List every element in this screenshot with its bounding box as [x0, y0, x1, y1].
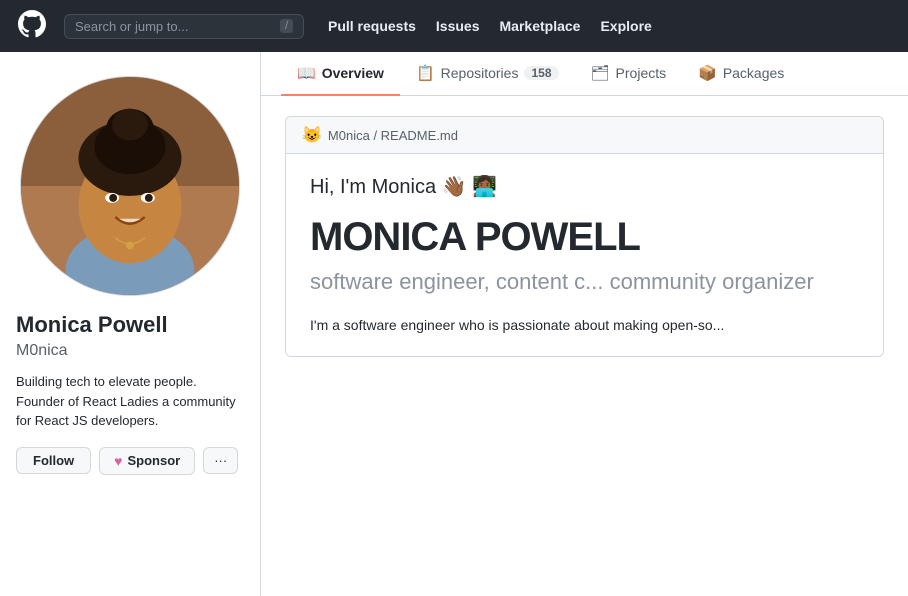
more-button[interactable]: ··· — [203, 447, 238, 474]
tab-repositories-label: Repositories — [441, 65, 519, 81]
readme-repo-path: M0nica / README.md — [328, 128, 458, 143]
tab-packages[interactable]: 📦 Packages — [682, 52, 800, 96]
nav-issues[interactable]: Issues — [436, 18, 480, 34]
search-box[interactable]: Search or jump to... / — [64, 14, 304, 39]
readme-body: Hi, I'm Monica 👋🏾 👩🏾‍💻 MONICA POWELL sof… — [286, 154, 883, 356]
profile-bio: Building tech to elevate people. Founder… — [16, 372, 244, 431]
cat-icon: 😺 — [302, 125, 322, 145]
readme-header: 😺 M0nica / README.md — [286, 117, 883, 154]
readme-greeting: Hi, I'm Monica 👋🏾 👩🏾‍💻 — [310, 174, 859, 199]
content-area: 📖 Overview 📋 Repositories 158 🗂 Projects… — [260, 52, 908, 596]
repositories-count: 158 — [524, 66, 558, 80]
heart-icon: ♥ — [114, 453, 122, 469]
packages-icon: 📦 — [698, 64, 717, 82]
tab-overview[interactable]: 📖 Overview — [281, 52, 400, 96]
tabs-bar: 📖 Overview 📋 Repositories 158 🗂 Projects… — [261, 52, 908, 96]
tab-overview-label: Overview — [322, 65, 384, 81]
sidebar: Monica Powell M0nica Building tech to el… — [0, 52, 260, 596]
follow-button[interactable]: Follow — [16, 447, 91, 474]
nav-links: Pull requests Issues Marketplace Explore — [328, 18, 652, 34]
nav-pull-requests[interactable]: Pull requests — [328, 18, 416, 34]
main-container: Monica Powell M0nica Building tech to el… — [0, 52, 908, 596]
readme-card: 😺 M0nica / README.md Hi, I'm Monica 👋🏾 👩… — [285, 116, 884, 357]
tab-projects-label: Projects — [616, 65, 667, 81]
overview-icon: 📖 — [297, 64, 316, 82]
readme-intro: I'm a software engineer who is passionat… — [310, 314, 859, 336]
readme-tagline: software engineer, content c... communit… — [310, 267, 859, 298]
slash-key: / — [280, 19, 293, 33]
profile-name: Monica Powell — [16, 312, 244, 338]
github-logo[interactable] — [16, 8, 48, 45]
readme-container: 😺 M0nica / README.md Hi, I'm Monica 👋🏾 👩… — [261, 96, 908, 596]
tab-projects[interactable]: 🗂 Projects — [575, 52, 683, 96]
sponsor-button[interactable]: ♥ Sponsor — [99, 447, 195, 475]
nav-marketplace[interactable]: Marketplace — [500, 18, 581, 34]
readme-name-big: MONICA POWELL — [310, 215, 859, 259]
repositories-icon: 📋 — [416, 64, 435, 82]
profile-username: M0nica — [16, 342, 244, 360]
tab-repositories[interactable]: 📋 Repositories 158 — [400, 52, 575, 96]
avatar — [20, 76, 240, 296]
tab-packages-label: Packages — [723, 65, 784, 81]
sponsor-label: Sponsor — [127, 453, 180, 468]
navbar: Search or jump to... / Pull requests Iss… — [0, 0, 908, 52]
nav-explore[interactable]: Explore — [600, 18, 651, 34]
projects-icon: 🗂 — [591, 64, 610, 82]
action-buttons: Follow ♥ Sponsor ··· — [16, 447, 244, 475]
search-placeholder: Search or jump to... — [75, 19, 188, 34]
